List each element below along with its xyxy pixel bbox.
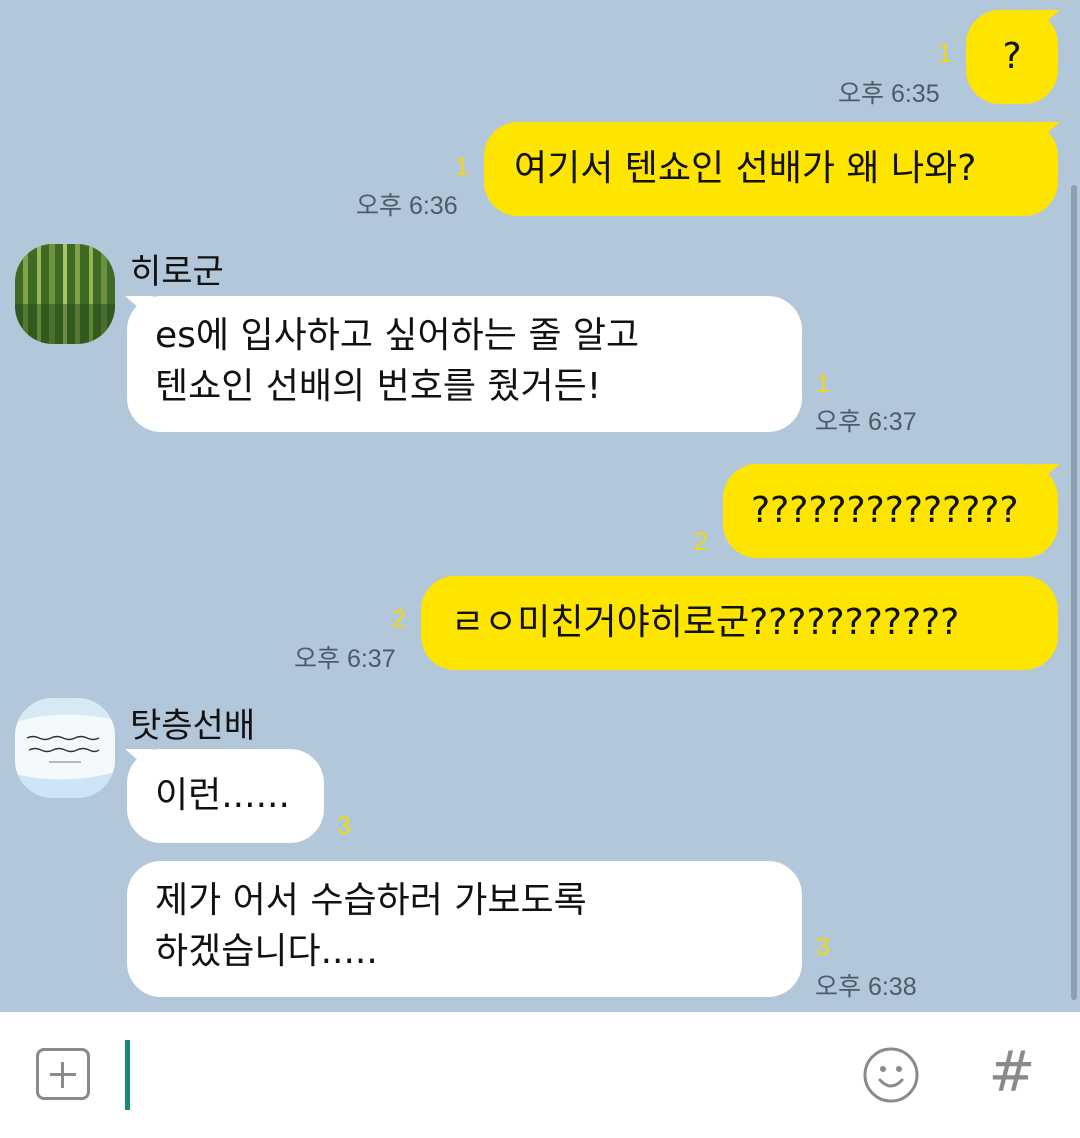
unread-count: 1 (455, 153, 469, 181)
their-message-bubble[interactable]: es에 입사하고 싶어하는 줄 알고 텐쇼인 선배의 번호를 줬거든! (125, 296, 802, 432)
avatar-hiro[interactable] (15, 244, 115, 344)
unread-count: 1 (938, 40, 952, 68)
their-message-bubble[interactable]: 이런...... (125, 749, 324, 843)
emoji-icon[interactable] (862, 1046, 920, 1104)
message-line: 텐쇼인 선배의 번호를 줬거든! (155, 366, 602, 407)
unread-count: 2 (694, 528, 708, 556)
message-text: ?????????????? (751, 490, 1019, 531)
hash-tag-button[interactable]: # (984, 1040, 1040, 1106)
message-text: 이런...... (155, 775, 290, 816)
unread-count: 2 (392, 605, 406, 633)
message-time: 오후 6:36 (356, 192, 458, 220)
bamboo-photo (15, 244, 115, 344)
unread-count: 1 (816, 370, 830, 398)
avatar-senpai[interactable] (15, 698, 115, 798)
scrollbar[interactable] (1071, 185, 1077, 1000)
message-time: 오후 6:38 (815, 973, 917, 1001)
message-time: 오후 6:37 (815, 408, 917, 436)
their-message-bubble[interactable]: 제가 어서 수습하러 가보도록 하겠습니다..... (127, 861, 802, 997)
unread-count: 3 (816, 933, 830, 961)
message-line: 하겠습니다..... (155, 931, 378, 972)
message-text: 여기서 텐쇼인 선배가 왜 나와? (514, 148, 977, 189)
sender-name: 히로군 (130, 252, 224, 292)
plus-icon[interactable] (36, 1048, 90, 1100)
calligraphy-image (15, 698, 115, 798)
message-text: ㄹㅇ미친거야히로군??????????? (451, 602, 960, 643)
my-message-bubble[interactable]: 여기서 텐쇼인 선배가 왜 나와? (484, 122, 1060, 216)
unread-count: 3 (337, 812, 351, 840)
message-text: ? (1002, 36, 1022, 77)
chat-area[interactable]: 1 오후 6:35 ? 1 오후 6:36 여기서 텐쇼인 선배가 왜 나와? … (0, 0, 1080, 1012)
message-line: es에 입사하고 싶어하는 줄 알고 (155, 315, 640, 356)
message-time: 오후 6:37 (294, 645, 396, 673)
my-message-bubble[interactable]: ?????????????? (723, 464, 1060, 558)
my-message-bubble[interactable]: ? (966, 10, 1060, 104)
sender-name: 탓층선배 (130, 706, 256, 746)
message-line: 제가 어서 수습하러 가보도록 (155, 880, 587, 921)
message-input[interactable] (125, 1040, 130, 1110)
my-message-bubble[interactable]: ㄹㅇ미친거야히로군??????????? (421, 576, 1058, 670)
message-time: 오후 6:35 (838, 80, 940, 108)
